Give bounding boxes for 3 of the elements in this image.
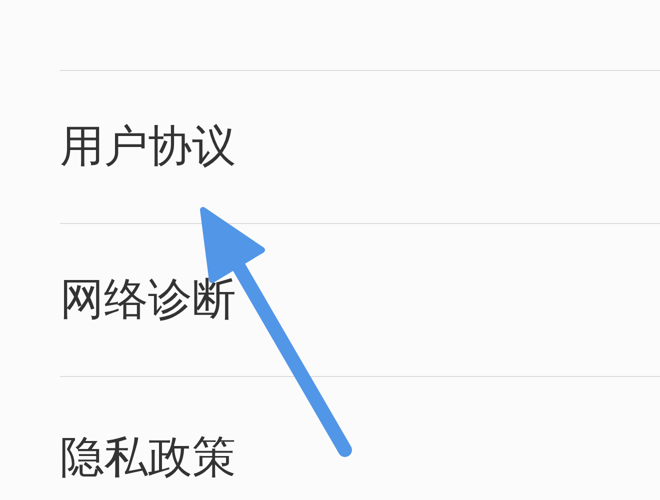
settings-item[interactable]: 网络诊断: [60, 276, 236, 324]
settings-item[interactable]: 隐私政策: [60, 435, 236, 482]
settings-item[interactable]: 用户协议: [60, 124, 236, 170]
